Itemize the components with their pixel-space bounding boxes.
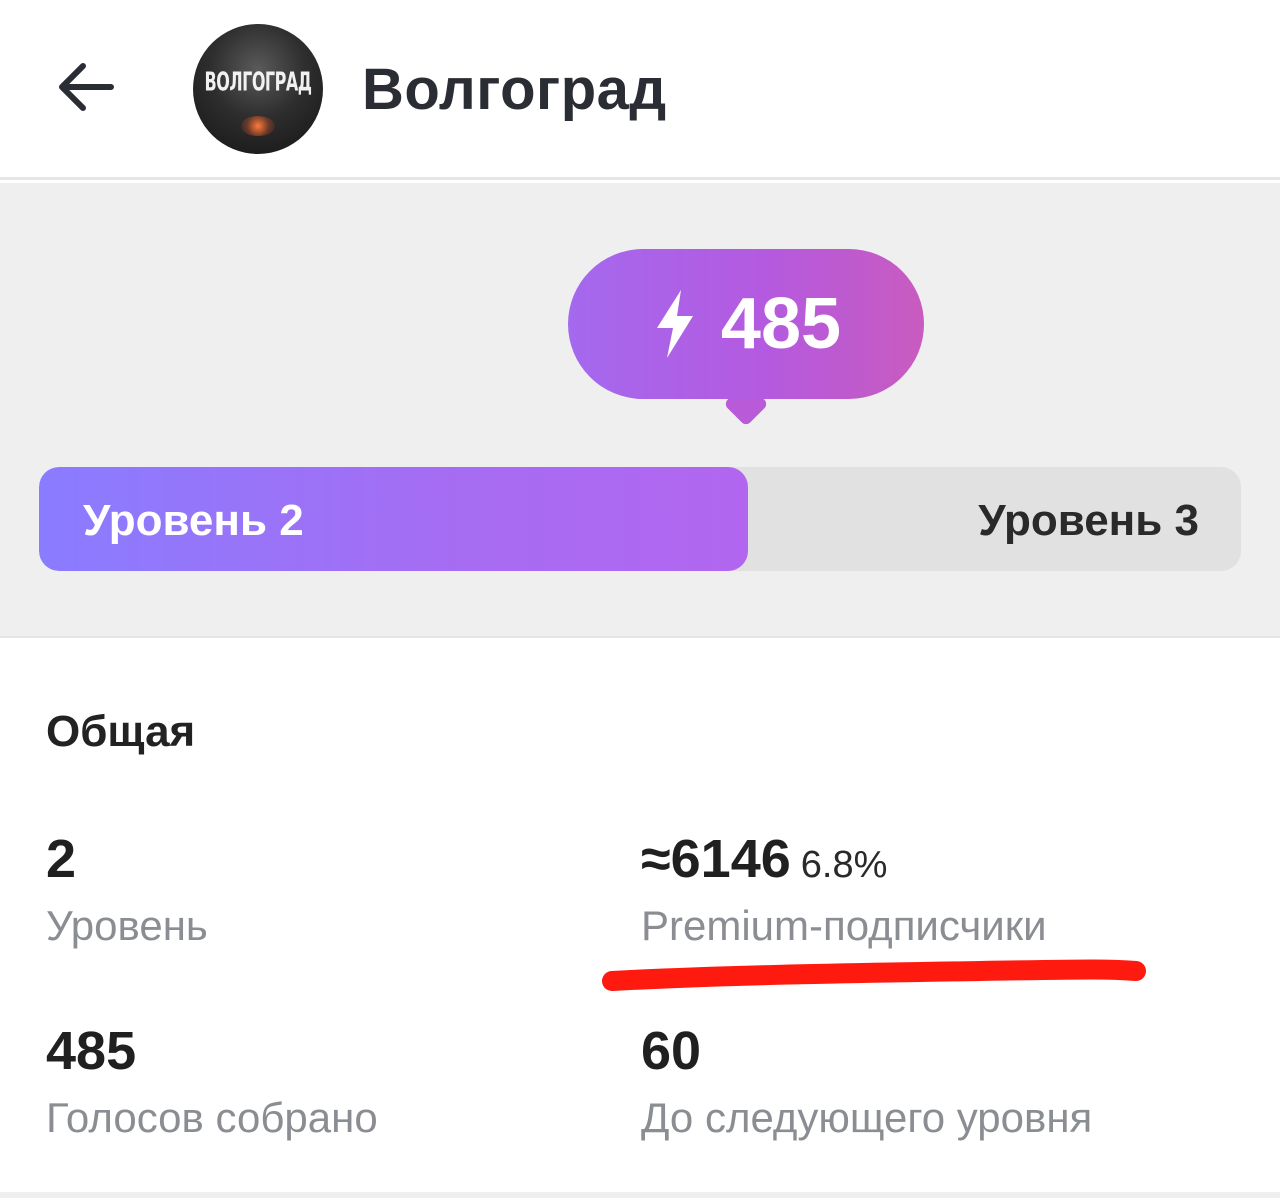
- stat-premium-label: Premium-подписчики: [641, 902, 1047, 949]
- avatar-glow: [241, 116, 275, 136]
- stat-premium: ≈6146 6.8% Premium-подписчики: [641, 828, 1047, 950]
- section-title: Общая: [46, 707, 196, 756]
- back-button[interactable]: [50, 52, 120, 122]
- channel-title: Волгоград: [362, 57, 667, 122]
- next-level-label: Уровень 3: [978, 496, 1199, 545]
- stat-next-level-value: 60: [641, 1021, 702, 1081]
- current-level-label: Уровень 2: [83, 496, 304, 545]
- stat-level: 2 Уровень: [46, 828, 208, 950]
- top-bar: ВОЛГОГРАД Волгоград: [0, 0, 1280, 180]
- arrow-left-icon: [59, 63, 114, 111]
- stat-level-value: 2: [46, 829, 77, 889]
- stat-votes-value: 485: [46, 1021, 137, 1081]
- channel-avatar[interactable]: ВОЛГОГРАД: [193, 24, 323, 154]
- red-underline-annotation: [602, 959, 1146, 991]
- stat-premium-value-row: ≈6146 6.8%: [641, 828, 1047, 890]
- avatar-logo-text: ВОЛГОГРАД: [204, 66, 312, 97]
- stat-votes-label: Голосов собрано: [46, 1094, 378, 1141]
- boost-count: 485: [720, 284, 842, 364]
- stat-next-level: 60 До следующего уровня: [641, 1020, 1092, 1142]
- stat-premium-percent: 6.8%: [800, 844, 888, 886]
- bottom-divider: [0, 1192, 1280, 1198]
- stat-next-level-label: До следующего уровня: [641, 1094, 1093, 1141]
- stat-level-label: Уровень: [46, 902, 208, 949]
- lightning-bolt-icon: [656, 290, 693, 358]
- boost-count-bubble: 485: [568, 249, 924, 399]
- level-progress-bar: Уровень 2 Уровень 3: [39, 467, 1241, 571]
- boost-panel: 485 Уровень 2 Уровень 3: [0, 183, 1280, 638]
- stat-votes: 485 Голосов собрано: [46, 1020, 378, 1142]
- stat-premium-value: ≈6146: [641, 829, 791, 889]
